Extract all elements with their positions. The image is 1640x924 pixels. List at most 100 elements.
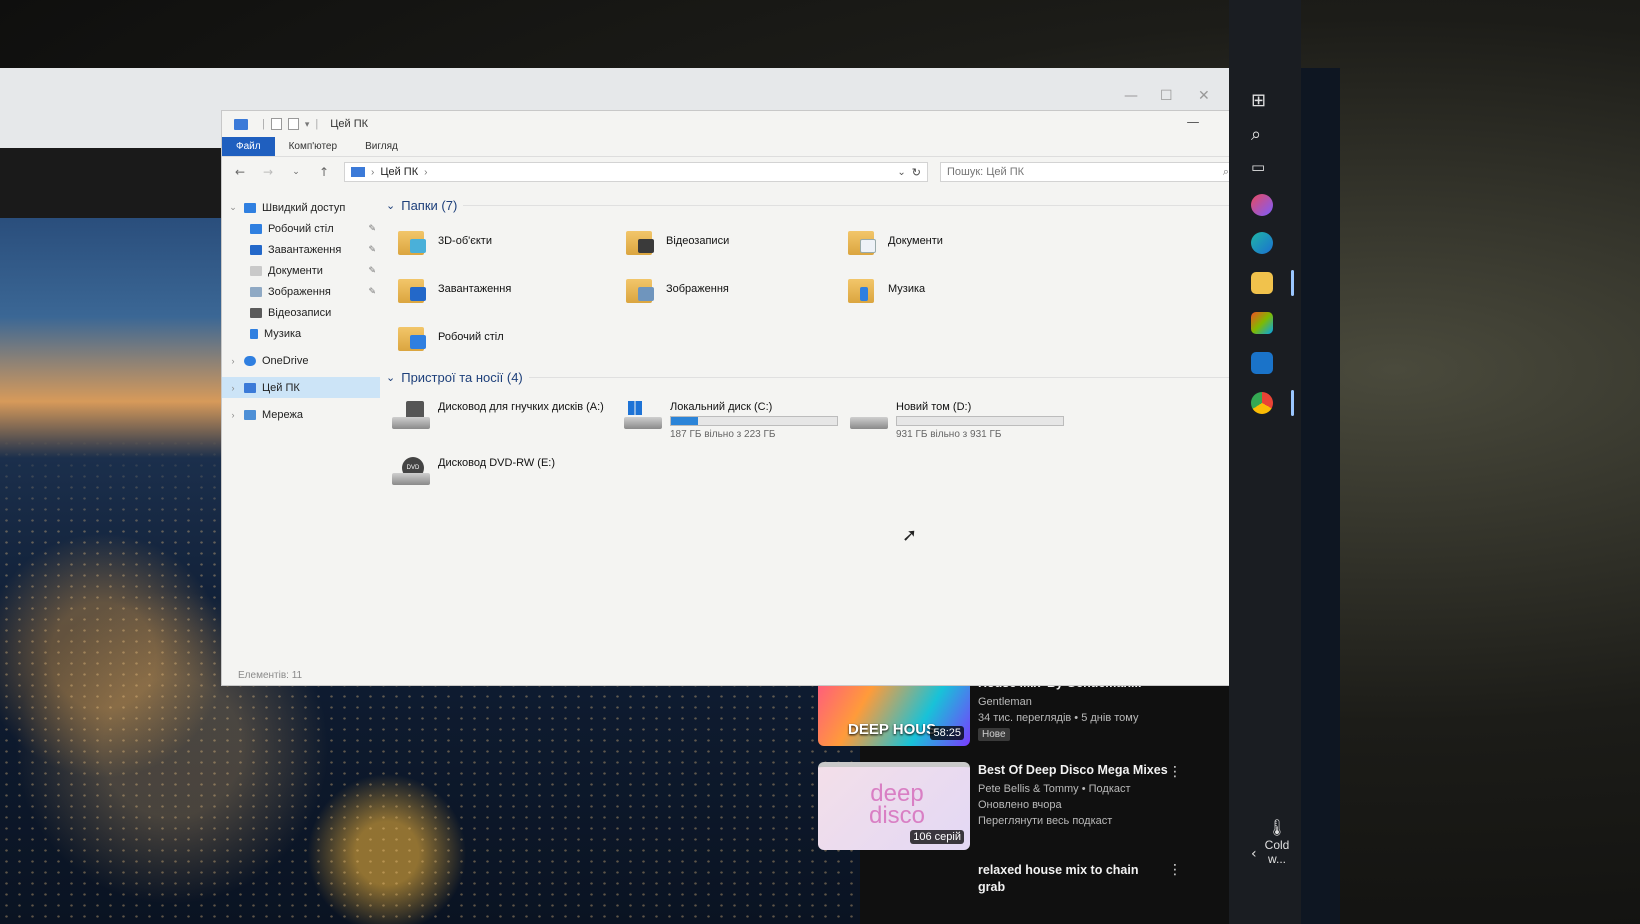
- floppy-drive-icon: [392, 401, 430, 429]
- tab-file[interactable]: Файл: [222, 137, 275, 156]
- breadcrumb-this-pc[interactable]: Цей ПК: [380, 166, 418, 178]
- tab-view[interactable]: Вигляд: [351, 137, 412, 156]
- folder-documents[interactable]: Документи: [848, 217, 1076, 265]
- sidebar-item-onedrive[interactable]: › OneDrive: [222, 350, 380, 371]
- active-app-indicator: [1291, 270, 1294, 296]
- sidebar-item-desktop[interactable]: Робочий стіл ✎: [222, 218, 380, 239]
- item-count: Елементів: 11: [238, 669, 303, 681]
- sidebar-label: Робочий стіл: [268, 222, 334, 235]
- minimize-icon[interactable]: —: [1186, 115, 1199, 130]
- expand-caret-icon[interactable]: ⌄: [228, 202, 238, 213]
- tab-computer[interactable]: Комп'ютер: [275, 137, 351, 156]
- collapse-caret-icon[interactable]: ⌄: [386, 199, 395, 212]
- sidebar-item-downloads[interactable]: Завантаження ✎: [222, 239, 380, 260]
- edge-browser-icon[interactable]: [1251, 232, 1273, 254]
- podcast-channel[interactable]: Pete Bellis & Tommy • Подкаст: [978, 783, 1178, 795]
- drive-label: Дисковод DVD-RW (E:): [438, 457, 556, 469]
- search-box[interactable]: ⌕: [940, 162, 1236, 182]
- new-badge: Нове: [978, 728, 1010, 741]
- drive-dvd-e[interactable]: DVD Дисковод DVD-RW (E:): [392, 445, 624, 501]
- more-options-icon[interactable]: ⋮: [1168, 862, 1182, 878]
- podcast-thumbnail[interactable]: deep disco 106 серій: [818, 762, 970, 850]
- folder-pictures[interactable]: Зображення: [626, 265, 848, 313]
- recent-locations-icon[interactable]: ⌄: [288, 167, 304, 177]
- desktop-folder-icon: [398, 323, 428, 351]
- breadcrumb-chevron-icon[interactable]: ›: [424, 167, 427, 178]
- sidebar-item-quick-access[interactable]: ⌄ Швидкий доступ: [222, 197, 380, 218]
- weather-widget[interactable]: 🌡 Cold w...: [1257, 818, 1297, 866]
- expand-caret-icon[interactable]: ›: [228, 356, 238, 366]
- navigation-bar: ← → ⌄ ↑ › Цей ПК › ⌄ ↻ ⌕: [222, 157, 1292, 187]
- forward-arrow-icon[interactable]: →: [260, 165, 276, 179]
- sidebar-label: Документи: [268, 264, 323, 277]
- cloud-icon: [244, 355, 256, 366]
- start-windows-icon[interactable]: ⊞: [1251, 90, 1266, 111]
- taskbar: ⊞ ⌕ ▭ 🌡 Cold w... ‹: [1229, 0, 1301, 924]
- dvd-drive-icon: DVD: [392, 457, 430, 485]
- computer-icon: [244, 382, 256, 393]
- bg-minimize-icon[interactable]: —: [1124, 88, 1138, 104]
- drive-free-space: 187 ГБ вільно з 223 ГБ: [670, 429, 776, 440]
- bg-close-icon[interactable]: ✕: [1198, 88, 1210, 104]
- drive-new-volume-d[interactable]: Новий том (D:) 931 ГБ вільно з 931 ГБ: [850, 389, 1078, 445]
- recommendation-item[interactable]: deep disco 106 серій Best Of Deep Disco …: [818, 762, 1178, 850]
- folder-videos[interactable]: Відеозаписи: [626, 217, 848, 265]
- devices-group-header[interactable]: ⌄ Пристрої та носії (4): [386, 365, 1292, 389]
- new-folder-icon[interactable]: [287, 118, 299, 130]
- video-title[interactable]: relaxed house mix to chain grab: [978, 862, 1168, 896]
- star-icon: [244, 202, 256, 213]
- videos-folder-icon: [626, 227, 656, 255]
- folder-label: Музика: [888, 283, 926, 295]
- folder-3d-objects[interactable]: 3D-об'єкти: [398, 217, 626, 265]
- hard-drive-icon: [850, 401, 888, 429]
- drive-local-c[interactable]: Локальний диск (C:) 187 ГБ вільно з 223 …: [624, 389, 850, 445]
- properties-icon[interactable]: [270, 118, 282, 130]
- file-explorer-icon[interactable]: [1251, 272, 1273, 294]
- documents-icon: [250, 265, 262, 276]
- copilot-icon[interactable]: [1251, 194, 1273, 216]
- sidebar-item-pictures[interactable]: Зображення ✎: [222, 281, 380, 302]
- collapse-caret-icon[interactable]: ⌄: [386, 371, 395, 384]
- music-icon: [250, 328, 258, 339]
- drive-floppy-a[interactable]: Дисковод для гнучких дисків (A:): [392, 389, 624, 445]
- qat-dropdown-icon[interactable]: ▾: [305, 119, 310, 130]
- podcast-title[interactable]: Best Of Deep Disco Mega Mixes: [978, 762, 1178, 779]
- view-full-podcast-link[interactable]: Переглянути весь подкаст: [978, 815, 1178, 827]
- search-input[interactable]: [947, 166, 1223, 178]
- ribbon: Файл Комп'ютер Вигляд ⌄ ?: [222, 137, 1292, 157]
- sidebar-item-documents[interactable]: Документи ✎: [222, 260, 380, 281]
- store-icon[interactable]: [1251, 312, 1273, 334]
- back-arrow-icon[interactable]: ←: [232, 165, 248, 179]
- folder-music[interactable]: Музика: [848, 265, 1076, 313]
- breadcrumb-chevron-icon[interactable]: ›: [371, 167, 374, 178]
- address-bar[interactable]: › Цей ПК › ⌄ ↻: [344, 162, 928, 182]
- sidebar-item-music[interactable]: Музика: [222, 323, 380, 344]
- folder-desktop[interactable]: Робочий стіл: [398, 313, 626, 361]
- refresh-icon[interactable]: ↻: [912, 166, 921, 179]
- chevron-left-icon[interactable]: ‹: [1251, 846, 1257, 862]
- bg-maximize-icon[interactable]: ☐: [1160, 88, 1173, 104]
- task-view-icon[interactable]: ▭: [1251, 158, 1265, 176]
- folder-downloads[interactable]: Завантаження: [398, 265, 626, 313]
- this-pc-icon: [234, 118, 248, 130]
- chrome-icon[interactable]: [1251, 392, 1273, 414]
- folders-group-header[interactable]: ⌄ Папки (7): [386, 193, 1292, 217]
- video-channel[interactable]: Gentleman: [978, 696, 1178, 708]
- address-dropdown-icon[interactable]: ⌄: [897, 167, 905, 178]
- up-arrow-icon[interactable]: ↑: [316, 165, 332, 179]
- more-options-icon[interactable]: ⋮: [1168, 764, 1182, 780]
- mouse-cursor-icon: ➚: [902, 525, 918, 546]
- outlook-icon[interactable]: [1251, 352, 1273, 374]
- sidebar-label: Відеозаписи: [268, 306, 332, 319]
- sidebar-item-network[interactable]: › Мережа: [222, 404, 380, 425]
- expand-caret-icon[interactable]: ›: [228, 410, 238, 420]
- drive-label: Новий том (D:): [896, 401, 972, 413]
- sidebar-item-videos[interactable]: Відеозаписи: [222, 302, 380, 323]
- sidebar-item-this-pc[interactable]: › Цей ПК: [222, 377, 380, 398]
- status-bar: Елементів: 11: [222, 665, 1292, 685]
- search-icon[interactable]: ⌕: [1251, 124, 1261, 145]
- expand-caret-icon[interactable]: ›: [228, 383, 238, 393]
- navigation-pane: ⌄ Швидкий доступ Робочий стіл ✎ Завантаж…: [222, 187, 380, 665]
- pin-icon: ✎: [368, 286, 376, 296]
- window-title: Цей ПК: [330, 118, 369, 130]
